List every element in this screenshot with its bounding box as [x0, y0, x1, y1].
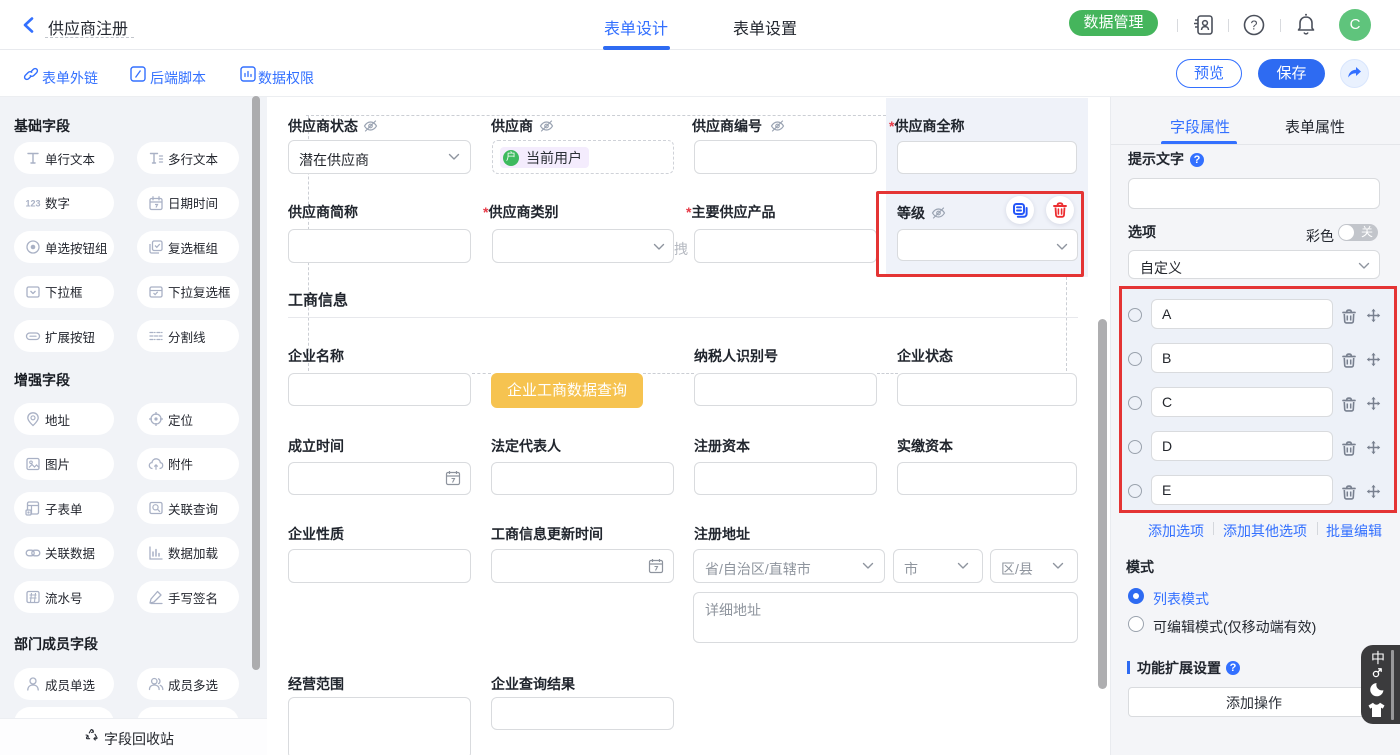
svg-text:?: ? [1251, 19, 1258, 33]
svg-text:123: 123 [25, 198, 40, 208]
